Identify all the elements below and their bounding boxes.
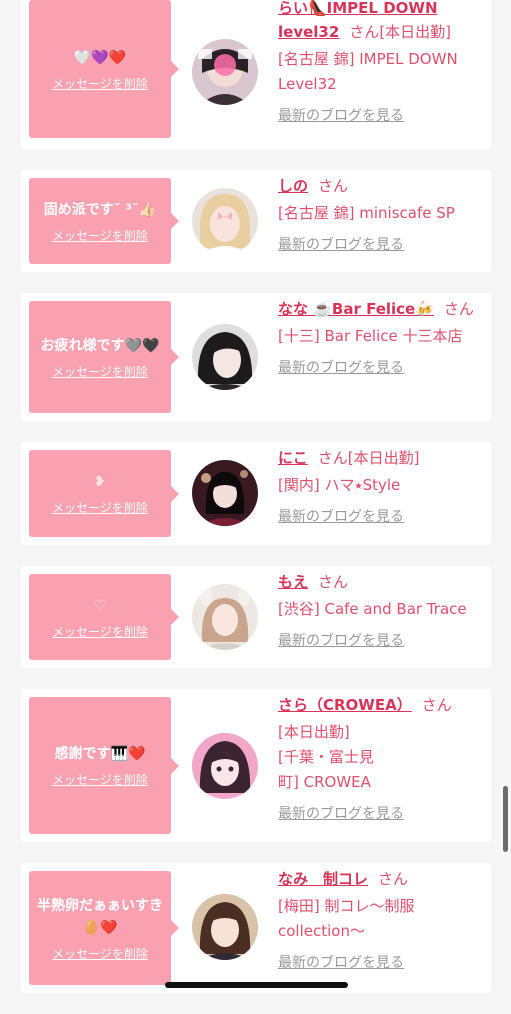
- delete-message-link[interactable]: メッセージを削除: [52, 227, 148, 244]
- latest-blog-link[interactable]: 最新のブログを見る: [278, 506, 404, 526]
- latest-blog-link[interactable]: 最新のブログを見る: [278, 952, 404, 972]
- message-text: ❥: [94, 474, 106, 490]
- shop-name: [十三] Bar Felice 十三本店: [278, 327, 463, 345]
- avatar-photo: [192, 188, 258, 254]
- girl-name-link[interactable]: さら（CROWEA）: [278, 696, 412, 714]
- status-badge: [本日出勤]: [278, 723, 350, 741]
- name-line: にこ さん[本日出勤]: [278, 446, 481, 470]
- girl-info: にこ さん[本日出勤] [関内] ハマ⭑Style 最新のブログを見る: [278, 446, 481, 526]
- avatar-photo: [192, 894, 258, 960]
- shop-name: [名古屋 錦] IMPEL DOWN Level32: [278, 50, 458, 93]
- message-bubble: 半熟卵だぁぁいすき🥚❤️ メッセージを削除: [29, 871, 179, 985]
- girl-info: らい👠IMPEL DOWN level32 さん[本日出勤] [名古屋 錦] IM…: [278, 0, 481, 125]
- delete-message-link[interactable]: メッセージを削除: [52, 363, 148, 380]
- girl-info: なみ 制コレ さん [梅田] 制コレ〜制服collection〜 最新のブログを見…: [278, 867, 481, 972]
- avatar-photo: [192, 460, 258, 526]
- girl-info: しの さん [名古屋 錦] miniscafe SP 最新のブログを見る: [278, 174, 481, 254]
- latest-blog-link[interactable]: 最新のブログを見る: [278, 803, 404, 823]
- honorific: さん: [443, 300, 474, 318]
- scrollbar[interactable]: [503, 786, 508, 852]
- message-card: 半熟卵だぁぁいすき🥚❤️ メッセージを削除 なみ 制コレ さん [梅田] 制コレ〜…: [21, 863, 491, 993]
- shop-name: [渋谷] Cafe and Bar Trace: [278, 600, 467, 618]
- shop-name: [千葉・富士見町] CROWEA: [278, 748, 374, 791]
- message-text: 固め派です˘ ³˘👍🏻: [43, 201, 157, 218]
- shop-name: [名古屋 錦] miniscafe SP: [278, 204, 455, 222]
- shop-name: [関内] ハマ⭑Style: [278, 476, 401, 494]
- name-line: なな ☕️Bar Felice🍻 さん: [278, 297, 481, 321]
- message-card: ❥ メッセージを削除 にこ さん[本日出勤] [関内] ハマ⭑Style 最新のブ…: [21, 442, 491, 545]
- avatar[interactable]: [192, 324, 258, 390]
- honorific: さん: [349, 23, 380, 41]
- message-text: お疲れ様です🩶🖤: [40, 337, 160, 354]
- avatar[interactable]: [192, 894, 258, 960]
- message-bubble: 感謝です🎹❤️ メッセージを削除: [29, 697, 179, 834]
- name-line: さら（CROWEA） さん: [278, 693, 481, 717]
- girl-name-link[interactable]: なな ☕️Bar Felice🍻: [278, 300, 434, 318]
- girl-info: なな ☕️Bar Felice🍻 さん [十三] Bar Felice 十三本店 …: [278, 297, 481, 377]
- name-line: なみ 制コレ さん: [278, 867, 481, 891]
- delete-message-link[interactable]: メッセージを削除: [52, 771, 148, 788]
- latest-blog-link[interactable]: 最新のブログを見る: [278, 234, 404, 254]
- message-bubble: お疲れ様です🩶🖤 メッセージを削除: [29, 301, 179, 413]
- avatar-photo: [192, 324, 258, 390]
- home-indicator[interactable]: [165, 982, 348, 988]
- avatar-photo: [192, 733, 258, 799]
- shop-name: [梅田] 制コレ〜制服collection〜: [278, 897, 415, 940]
- message-text: ♡: [93, 597, 107, 614]
- message-text: 感謝です🎹❤️: [54, 746, 146, 762]
- message-card: お疲れ様です🩶🖤 メッセージを削除 なな ☕️Bar Felice🍻 さん [十三…: [21, 293, 491, 421]
- avatar[interactable]: [192, 39, 258, 105]
- honorific: さん: [378, 870, 409, 888]
- avatar-photo: [192, 39, 258, 105]
- girl-name-link[interactable]: なみ 制コレ: [278, 870, 368, 888]
- message-text: 半熟卵だぁぁいすき🥚❤️: [37, 897, 163, 936]
- name-line: しの さん: [278, 174, 481, 198]
- girl-info: さら（CROWEA） さん [本日出勤] [千葉・富士見町] CROWEA 最新の…: [278, 693, 481, 823]
- message-bubble: ♡ メッセージを削除: [29, 574, 179, 660]
- honorific: さん: [421, 696, 452, 714]
- delete-message-link[interactable]: メッセージを削除: [52, 75, 148, 92]
- message-bubble: 固め派です˘ ³˘👍🏻 メッセージを削除: [29, 178, 179, 264]
- name-line: もえ さん: [278, 570, 481, 594]
- latest-blog-link[interactable]: 最新のブログを見る: [278, 105, 404, 125]
- message-bubble: ❥ メッセージを削除: [29, 450, 179, 537]
- honorific: さん: [318, 573, 349, 591]
- honorific: さん: [318, 177, 349, 195]
- message-bubble: 🤍💜❤️ メッセージを削除: [29, 0, 179, 138]
- delete-message-link[interactable]: メッセージを削除: [52, 499, 148, 516]
- status-badge: [本日出勤]: [347, 449, 420, 467]
- delete-message-link[interactable]: メッセージを削除: [52, 945, 148, 962]
- message-card: 固め派です˘ ³˘👍🏻 メッセージを削除 しの さん [名古屋 錦] minisc…: [21, 170, 491, 272]
- avatar[interactable]: [192, 733, 258, 799]
- avatar-photo: [192, 584, 258, 650]
- message-text: 🤍💜❤️: [73, 49, 127, 66]
- message-card: ♡ メッセージを削除 もえ さん [渋谷] Cafe and Bar Trace …: [21, 566, 491, 668]
- latest-blog-link[interactable]: 最新のブログを見る: [278, 357, 404, 377]
- girl-name-link[interactable]: にこ: [278, 449, 308, 467]
- girl-name-link[interactable]: しの: [278, 177, 308, 195]
- avatar[interactable]: [192, 460, 258, 526]
- message-card: 🤍💜❤️ メッセージを削除 らい👠IMPEL DOWN level32 さん[本日…: [21, 0, 491, 149]
- message-list: 🤍💜❤️ メッセージを削除 らい👠IMPEL DOWN level32 さん[本日…: [21, 0, 491, 1014]
- honorific: さん: [317, 449, 348, 467]
- name-line: らい👠IMPEL DOWN level32 さん[本日出勤]: [278, 0, 481, 44]
- latest-blog-link[interactable]: 最新のブログを見る: [278, 630, 404, 650]
- girl-info: もえ さん [渋谷] Cafe and Bar Trace 最新のブログを見る: [278, 570, 481, 650]
- status-badge: [本日出勤]: [379, 23, 452, 41]
- girl-name-link[interactable]: もえ: [278, 573, 308, 591]
- delete-message-link[interactable]: メッセージを削除: [52, 623, 148, 640]
- avatar[interactable]: [192, 584, 258, 650]
- message-card: 感謝です🎹❤️ メッセージを削除 さら（CROWEA） さん [本日出勤] [千葉…: [21, 689, 491, 842]
- avatar[interactable]: [192, 188, 258, 254]
